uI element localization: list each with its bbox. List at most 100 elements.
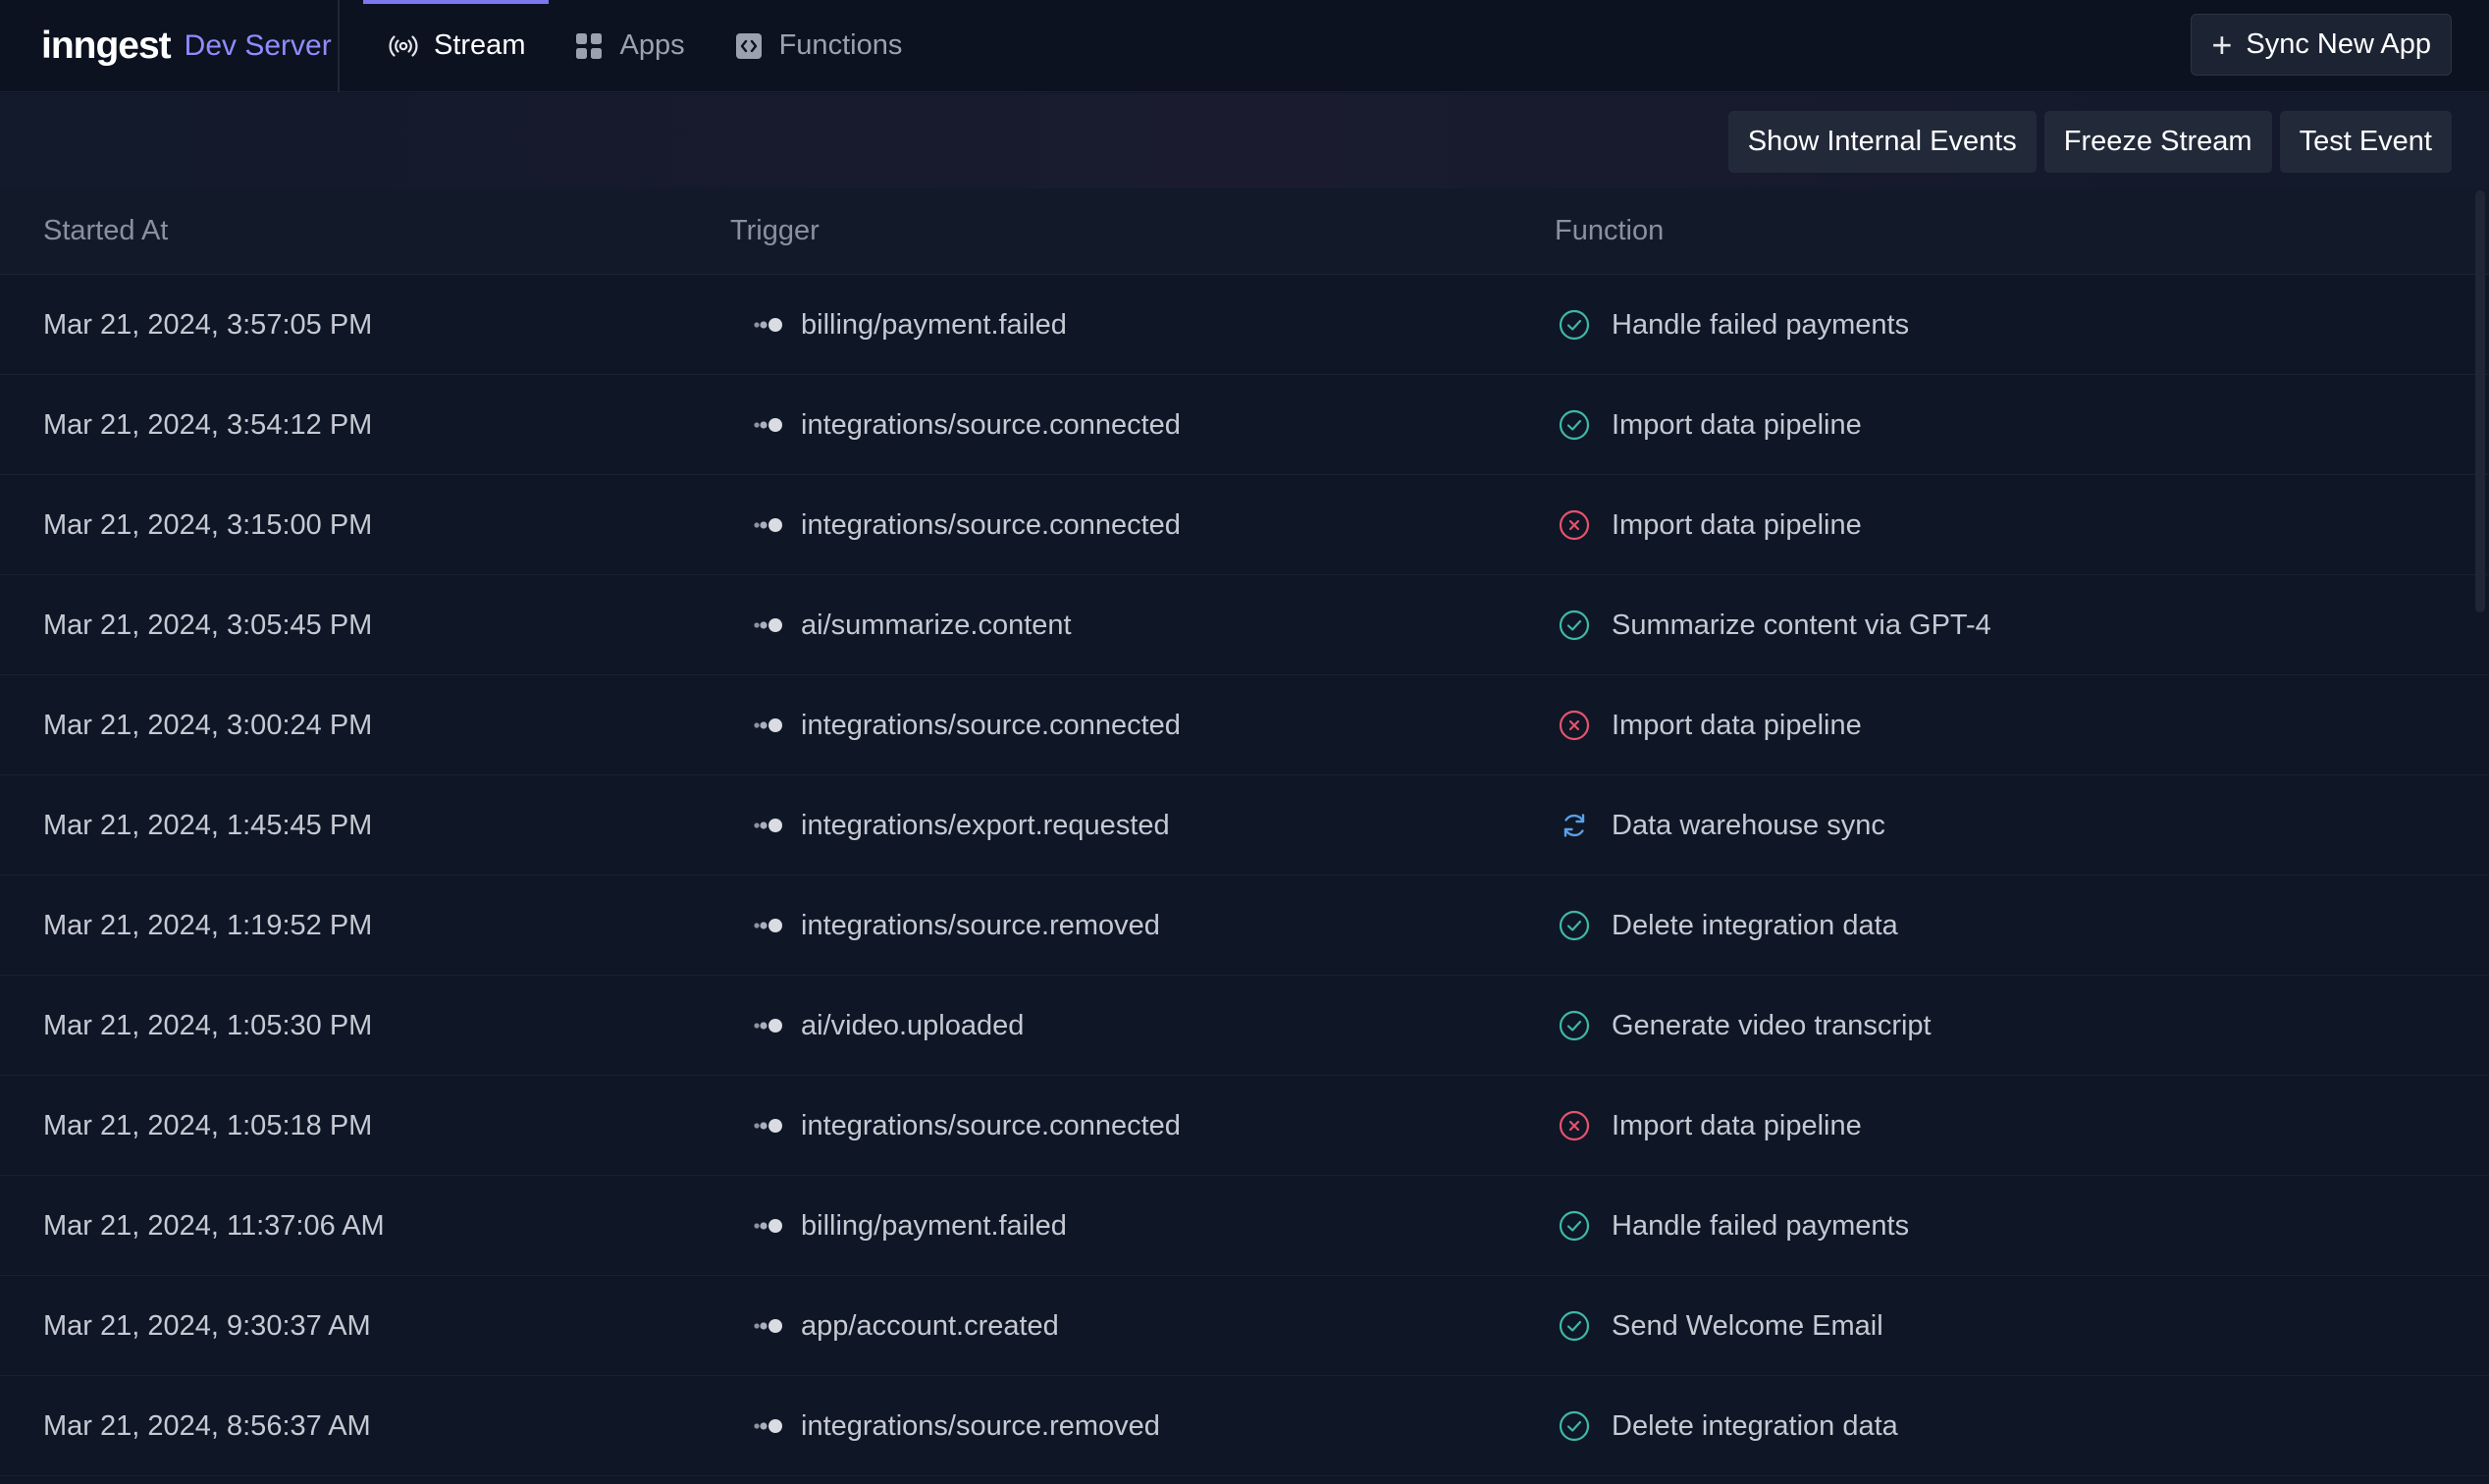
row-function: Send Welcome Email	[1557, 1276, 1883, 1376]
row-trigger: integrations/source.removed	[752, 1376, 1160, 1476]
row-function-label[interactable]: Handle failed payments	[1612, 309, 1909, 342]
scrollbar[interactable]	[2471, 188, 2489, 1484]
table-row[interactable]: Mar 21, 2024, 8:56:37 AM integrations/so…	[0, 1376, 2489, 1476]
row-function-label[interactable]: Import data pipeline	[1612, 409, 1862, 442]
row-trigger-label[interactable]: ai/video.uploaded	[801, 1010, 1024, 1042]
stream-table: Started At Trigger Function Mar 21, 2024…	[0, 188, 2489, 1476]
nav-tab-functions[interactable]: Functions	[709, 0, 927, 92]
row-function: Handle failed payments	[1557, 275, 1909, 375]
event-trigger-icon	[752, 916, 785, 935]
scrollbar-thumb[interactable]	[2475, 190, 2485, 612]
row-trigger-label[interactable]: integrations/source.removed	[801, 910, 1160, 942]
table-row[interactable]: Mar 21, 2024, 9:30:37 AM app/account.cre…	[0, 1276, 2489, 1376]
row-trigger-label[interactable]: app/account.created	[801, 1310, 1059, 1343]
show-internal-events-button[interactable]: Show Internal Events	[1727, 111, 2037, 173]
status-completed-icon	[1557, 1308, 1592, 1344]
nav-tab-stream[interactable]: Stream	[363, 0, 550, 92]
row-started-at: Mar 21, 2024, 3:05:45 PM	[43, 609, 373, 641]
row-function-label[interactable]: Handle failed payments	[1612, 1210, 1909, 1243]
nav-tab-apps-label: Apps	[619, 29, 685, 61]
table-row[interactable]: Mar 21, 2024, 3:00:24 PM integrations/so…	[0, 675, 2489, 775]
row-started-at: Mar 21, 2024, 3:15:00 PM	[43, 508, 373, 541]
row-started-at: Mar 21, 2024, 3:54:12 PM	[43, 408, 373, 441]
brand-subtitle: Dev Server	[184, 28, 332, 62]
top-header: inngest Dev Server Stream Apps Functions…	[0, 0, 2489, 92]
row-trigger-label[interactable]: integrations/source.connected	[801, 509, 1181, 542]
row-function: Data warehouse sync	[1557, 775, 1885, 875]
row-trigger: billing/payment.failed	[752, 1176, 1067, 1276]
event-trigger-icon	[752, 1216, 785, 1236]
row-started-at: Mar 21, 2024, 3:00:24 PM	[43, 709, 373, 741]
status-failed-icon	[1557, 507, 1592, 543]
table-row[interactable]: Mar 21, 2024, 3:54:12 PM integrations/so…	[0, 375, 2489, 475]
table-row[interactable]: Mar 21, 2024, 1:05:30 PM ai/video.upload…	[0, 976, 2489, 1076]
event-trigger-icon	[752, 615, 785, 635]
brand[interactable]: inngest Dev Server	[0, 0, 340, 92]
status-failed-icon	[1557, 708, 1592, 743]
row-trigger: integrations/source.connected	[752, 375, 1181, 475]
column-header-function: Function	[1555, 215, 1665, 246]
nav-tab-stream-label: Stream	[434, 29, 526, 61]
row-trigger-label[interactable]: integrations/source.removed	[801, 1410, 1160, 1443]
event-trigger-icon	[752, 415, 785, 435]
row-function: Delete integration data	[1557, 1376, 1898, 1476]
freeze-stream-button[interactable]: Freeze Stream	[2043, 111, 2272, 173]
event-trigger-icon	[752, 515, 785, 535]
row-function-label[interactable]: Delete integration data	[1612, 910, 1898, 942]
row-trigger-label[interactable]: integrations/source.connected	[801, 409, 1181, 442]
row-trigger-label[interactable]: ai/summarize.content	[801, 610, 1072, 642]
table-row[interactable]: Mar 21, 2024, 1:45:45 PM integrations/ex…	[0, 775, 2489, 875]
row-trigger-label[interactable]: billing/payment.failed	[801, 309, 1067, 342]
table-row[interactable]: Mar 21, 2024, 3:05:45 PM ai/summarize.co…	[0, 575, 2489, 675]
row-function: Import data pipeline	[1557, 375, 1862, 475]
row-trigger-label[interactable]: integrations/export.requested	[801, 810, 1170, 842]
sync-new-app-label: Sync New App	[2246, 28, 2431, 60]
row-function: Import data pipeline	[1557, 675, 1862, 775]
event-trigger-icon	[752, 1016, 785, 1035]
row-trigger: app/account.created	[752, 1276, 1059, 1376]
row-trigger-label[interactable]: billing/payment.failed	[801, 1210, 1067, 1243]
row-function-label[interactable]: Generate video transcript	[1612, 1010, 1932, 1042]
row-function-label[interactable]: Data warehouse sync	[1612, 810, 1885, 842]
row-function: Import data pipeline	[1557, 1076, 1862, 1176]
test-event-button[interactable]: Test Event	[2279, 111, 2452, 173]
row-function-label[interactable]: Import data pipeline	[1612, 710, 1862, 742]
event-trigger-icon	[752, 816, 785, 835]
table-body: Mar 21, 2024, 3:57:05 PM billing/payment…	[0, 275, 2489, 1476]
status-completed-icon	[1557, 1208, 1592, 1244]
row-trigger-label[interactable]: integrations/source.connected	[801, 1110, 1181, 1142]
row-started-at: Mar 21, 2024, 1:05:18 PM	[43, 1109, 373, 1141]
functions-code-icon	[732, 29, 766, 63]
row-started-at: Mar 21, 2024, 9:30:37 AM	[43, 1309, 371, 1342]
stream-icon	[387, 29, 420, 63]
plus-icon: +	[2211, 24, 2233, 65]
nav-tab-apps[interactable]: Apps	[549, 0, 708, 92]
row-trigger: integrations/source.connected	[752, 475, 1181, 575]
toolbar-actions: Show Internal Events Freeze Stream Test …	[1727, 111, 2452, 173]
row-function-label[interactable]: Send Welcome Email	[1612, 1310, 1883, 1343]
table-row[interactable]: Mar 21, 2024, 1:05:18 PM integrations/so…	[0, 1076, 2489, 1176]
row-function-label[interactable]: Summarize content via GPT-4	[1612, 610, 1991, 642]
row-function-label[interactable]: Import data pipeline	[1612, 509, 1862, 542]
event-trigger-icon	[752, 716, 785, 735]
table-row[interactable]: Mar 21, 2024, 1:19:52 PM integrations/so…	[0, 875, 2489, 976]
brand-logo: inngest	[41, 24, 172, 67]
row-trigger-label[interactable]: integrations/source.connected	[801, 710, 1181, 742]
table-header: Started At Trigger Function	[0, 188, 2489, 275]
row-trigger: integrations/source.removed	[752, 875, 1160, 976]
row-started-at: Mar 21, 2024, 3:57:05 PM	[43, 308, 373, 341]
row-started-at: Mar 21, 2024, 8:56:37 AM	[43, 1409, 371, 1442]
app-root: inngest Dev Server Stream Apps Functions…	[0, 0, 2489, 1484]
row-function-label[interactable]: Delete integration data	[1612, 1410, 1898, 1443]
event-trigger-icon	[752, 1116, 785, 1136]
nav-tab-functions-label: Functions	[778, 29, 903, 61]
table-row[interactable]: Mar 21, 2024, 3:57:05 PM billing/payment…	[0, 275, 2489, 375]
table-row[interactable]: Mar 21, 2024, 11:37:06 AM billing/paymen…	[0, 1176, 2489, 1276]
row-function: Import data pipeline	[1557, 475, 1862, 575]
table-row[interactable]: Mar 21, 2024, 3:15:00 PM integrations/so…	[0, 475, 2489, 575]
row-function-label[interactable]: Import data pipeline	[1612, 1110, 1862, 1142]
row-trigger: integrations/source.connected	[752, 1076, 1181, 1176]
row-trigger: billing/payment.failed	[752, 275, 1067, 375]
sync-new-app-button[interactable]: + Sync New App	[2191, 14, 2452, 76]
row-function: Generate video transcript	[1557, 976, 1932, 1076]
